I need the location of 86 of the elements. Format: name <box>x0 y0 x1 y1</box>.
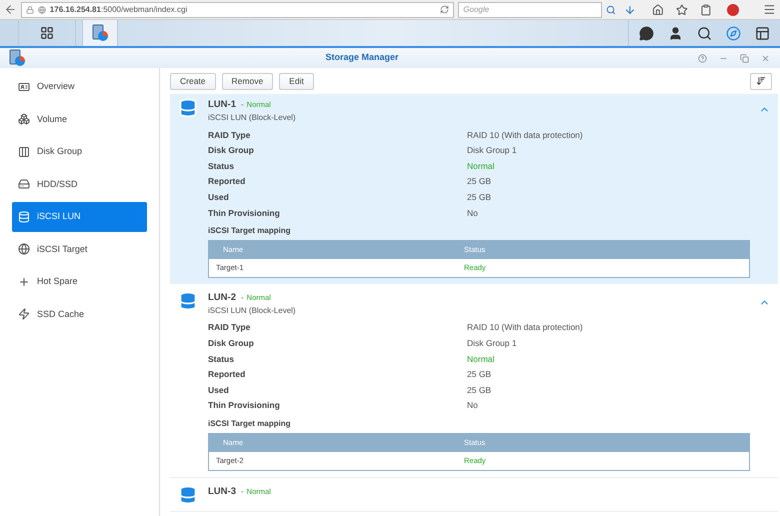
property-value: No <box>467 399 478 412</box>
back-icon[interactable] <box>4 3 17 16</box>
download-icon[interactable] <box>624 4 636 16</box>
sidebar-item[interactable]: SSD Cache <box>12 300 147 329</box>
columns-icon <box>18 146 30 158</box>
sidebar-item[interactable]: Volume <box>12 104 147 134</box>
property-label: Used <box>208 191 230 204</box>
property-value: RAID 10 (With data protection) <box>467 321 583 334</box>
sort-icon <box>756 76 766 86</box>
help-icon[interactable] <box>698 54 707 62</box>
lun-type: iSCSI LUN (Block-Level) <box>208 305 297 318</box>
storage-app-icon <box>8 49 26 67</box>
lun-name: LUN-1 <box>208 98 236 112</box>
database-icon <box>178 290 198 311</box>
separator-text: - <box>240 292 244 304</box>
user-icon[interactable] <box>668 26 683 40</box>
clipboard-icon[interactable] <box>700 4 712 16</box>
id-card-icon <box>18 80 30 93</box>
sidebar-item[interactable]: Disk Group <box>12 137 147 166</box>
property-label: Status <box>208 160 235 173</box>
search-icon[interactable] <box>697 26 712 40</box>
search-icon[interactable] <box>606 4 616 14</box>
property-label: Status <box>208 352 235 366</box>
sidebar-item[interactable]: Overview <box>12 72 147 102</box>
property-value: Disk Group 1 <box>467 144 517 158</box>
database-icon <box>178 98 198 118</box>
globe-icon <box>18 243 30 256</box>
cubes-icon <box>18 113 30 126</box>
home-icon[interactable] <box>652 4 664 16</box>
url-text: 176.16.254.81:5000/webman/index.cgi <box>50 4 188 16</box>
property-label: Thin Provisioning <box>208 206 281 220</box>
database-icon <box>178 484 198 505</box>
widgets-icon[interactable] <box>755 26 770 40</box>
plus-icon <box>18 276 30 288</box>
chat-icon[interactable] <box>639 26 654 40</box>
close-icon[interactable] <box>761 54 770 62</box>
property-label: RAID Type <box>208 321 252 334</box>
sidebar-item[interactable]: iSCSI Target <box>12 234 147 264</box>
toolbar-button[interactable]: Remove <box>222 72 274 90</box>
property-label: Thin Provisioning <box>208 399 281 412</box>
lun-card[interactable] <box>170 94 778 284</box>
main-menu-button[interactable] <box>18 20 76 46</box>
sidebar-item[interactable]: HDD/SSD <box>12 170 147 199</box>
toolbar-button[interactable]: Edit <box>279 72 314 90</box>
reload-icon[interactable] <box>440 5 450 14</box>
lock-icon <box>26 6 34 14</box>
address-field[interactable]: 176.16.254.81:5000/webman/index.cgi <box>20 2 454 18</box>
property-label: Reported <box>208 368 246 382</box>
storage-app-icon <box>91 24 109 42</box>
lightning-icon <box>18 308 30 320</box>
property-value: Normal <box>467 160 494 173</box>
property-value: No <box>467 206 478 220</box>
sidebar-item[interactable]: iSCSI LUN <box>12 202 147 232</box>
property-label: Reported <box>208 175 246 188</box>
lun-name: LUN-2 <box>208 290 236 305</box>
mapping-title: iSCSI Target mapping <box>208 224 292 237</box>
property-label: RAID Type <box>208 128 252 142</box>
property-value: Normal <box>467 352 494 366</box>
mapping-title: iSCSI Target mapping <box>208 418 292 430</box>
separator-text: - <box>240 99 244 111</box>
property-value: Disk Group 1 <box>467 337 517 350</box>
property-value: 25 GB <box>467 384 492 397</box>
property-label: Used <box>208 384 230 397</box>
globe-icon <box>38 6 46 14</box>
property-label: Disk Group <box>208 144 255 158</box>
property-value: RAID 10 (With data protection) <box>467 128 583 142</box>
database-icon <box>18 210 30 223</box>
compass-icon[interactable] <box>726 26 741 40</box>
taskbar-app-button[interactable] <box>82 20 118 46</box>
sort-button[interactable] <box>750 72 772 90</box>
lun-type: iSCSI LUN (Block-Level) <box>208 112 297 124</box>
menu-icon[interactable] <box>763 3 776 16</box>
separator-text: - <box>240 486 244 498</box>
window-title: Storage Manager <box>324 51 400 64</box>
toolbar-button[interactable]: Create <box>170 72 216 90</box>
lun-name: LUN-3 <box>208 484 236 499</box>
property-label: Disk Group <box>208 337 255 350</box>
restore-icon[interactable] <box>740 54 749 62</box>
grid-icon <box>40 26 54 40</box>
property-value: 25 GB <box>467 368 492 382</box>
star-icon[interactable] <box>676 4 688 16</box>
property-value: 25 GB <box>467 175 492 188</box>
stop-sign-icon[interactable] <box>727 4 740 16</box>
sidebar-item[interactable]: Hot Spare <box>12 267 147 296</box>
property-value: 25 GB <box>467 191 492 204</box>
search-field[interactable]: Google <box>458 2 602 18</box>
